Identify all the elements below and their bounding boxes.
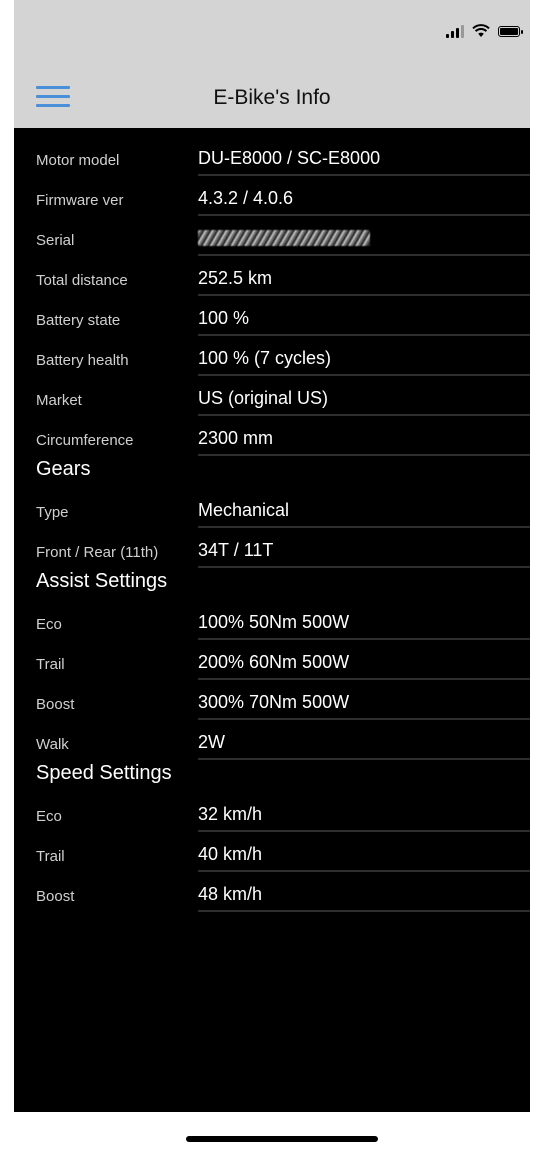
home-indicator[interactable]	[186, 1136, 378, 1142]
info-value: DU-E8000 / SC-E8000	[198, 148, 381, 168]
info-row: Trail 40 km/h	[14, 824, 530, 872]
wifi-icon	[472, 24, 490, 37]
info-row: Eco 100% 50Nm 500W	[14, 592, 530, 640]
status-bar-icons	[446, 24, 523, 38]
info-label: Boost	[36, 696, 75, 713]
section-title: Gears	[36, 458, 91, 480]
info-label: Front / Rear (11th)	[36, 544, 159, 561]
section-title: Speed Settings	[36, 762, 172, 784]
info-label: Circumference	[36, 432, 134, 449]
info-row: Serial	[14, 208, 530, 256]
info-value: 32 km/h	[198, 804, 263, 824]
info-label: Eco	[36, 808, 62, 825]
section-header-speed: Speed Settings	[14, 752, 530, 784]
info-value: 40 km/h	[198, 844, 263, 864]
divider	[198, 910, 530, 912]
info-row: Firmware ver 4.3.2 / 4.0.6	[14, 168, 530, 216]
info-label: Total distance	[36, 272, 128, 289]
info-row: Eco 32 km/h	[14, 784, 530, 832]
bike-info-list: Motor model DU-E8000 / SC-E8000 Firmware…	[14, 128, 530, 912]
info-value: Mechanical	[198, 500, 290, 520]
info-row: Market US (original US)	[14, 368, 530, 416]
info-value: 4.3.2 / 4.0.6	[198, 188, 294, 208]
info-label: Battery state	[36, 312, 121, 329]
cellular-signal-icon	[446, 24, 464, 38]
info-row: Front / Rear (11th) 34T / 11T	[14, 520, 530, 568]
section-title: Assist Settings	[36, 570, 168, 592]
info-label: Firmware ver	[36, 192, 124, 209]
section-header-assist: Assist Settings	[14, 560, 530, 592]
info-row: Walk 2W	[14, 712, 530, 760]
info-value: 2300 mm	[198, 428, 274, 448]
info-row: Motor model DU-E8000 / SC-E8000	[14, 128, 530, 176]
info-value: US (original US)	[198, 388, 329, 408]
info-value: 252.5 km	[198, 268, 273, 288]
info-label: Battery health	[36, 352, 129, 369]
info-row: Boost 300% 70Nm 500W	[14, 672, 530, 720]
info-label: Trail	[36, 848, 65, 865]
info-label: Trail	[36, 656, 65, 673]
info-label: Eco	[36, 616, 62, 633]
info-row: Boost 48 km/h	[14, 864, 530, 912]
page-title: E-Bike's Info	[213, 86, 331, 109]
info-value: 34T / 11T	[198, 540, 274, 560]
app-screen: E-Bike's Info Motor model DU-E8000 / SC-…	[14, 0, 530, 1160]
info-value: 100 %	[198, 308, 250, 328]
info-label: Serial	[36, 232, 75, 249]
info-row: Trail 200% 60Nm 500W	[14, 632, 530, 680]
info-row: Circumference 2300 mm	[14, 408, 530, 456]
info-row: Total distance 252.5 km	[14, 248, 530, 296]
info-label: Walk	[36, 736, 69, 753]
info-label: Boost	[36, 888, 75, 905]
battery-icon	[498, 25, 523, 37]
info-label: Motor model	[36, 152, 120, 169]
info-value: 48 km/h	[198, 884, 263, 904]
info-value: 100 % (7 cycles)	[198, 348, 332, 368]
info-label: Type	[36, 504, 69, 521]
info-row: Type Mechanical	[14, 480, 530, 528]
info-value: 100% 50Nm 500W	[198, 612, 350, 632]
section-header-gears: Gears	[14, 448, 530, 480]
info-value: 300% 70Nm 500W	[198, 692, 350, 712]
info-value: 200% 60Nm 500W	[198, 652, 350, 672]
info-row: Battery health 100 % (7 cycles)	[14, 328, 530, 376]
info-value: 2W	[198, 732, 225, 752]
navigation-bar: E-Bike's Info	[14, 0, 530, 128]
info-row: Battery state 100 %	[14, 288, 530, 336]
info-label: Market	[36, 392, 82, 409]
